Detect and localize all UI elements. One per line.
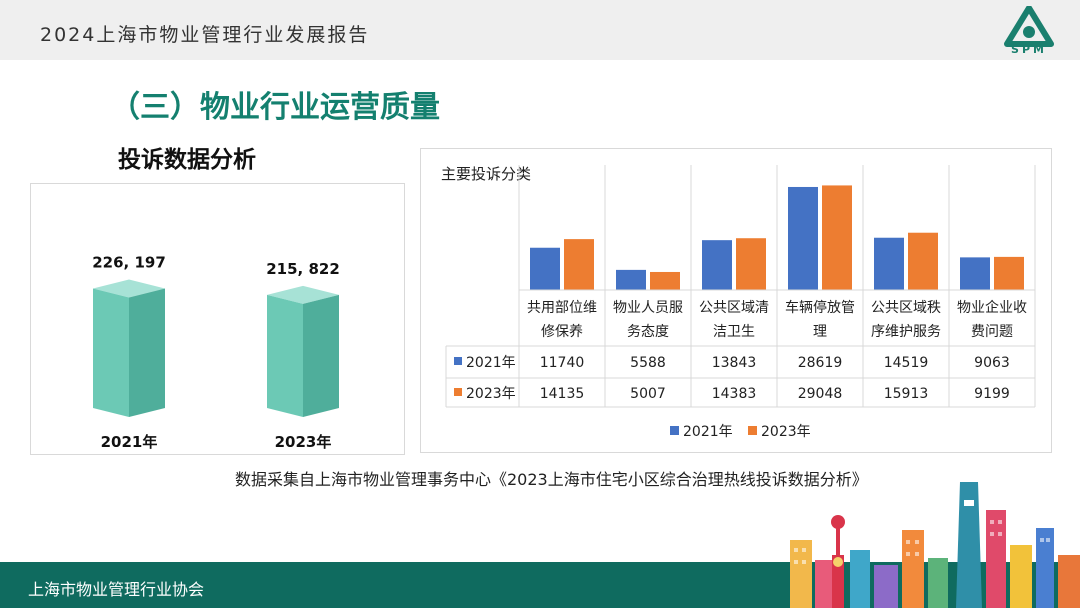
bar-2023年: [736, 238, 766, 290]
category-label: 公共区域秩: [871, 300, 941, 316]
table-legend-key: [454, 388, 462, 396]
table-value-cell: 13843: [712, 355, 757, 371]
table-value-cell: 9063: [974, 355, 1010, 371]
complaint-category-chart: 主要投诉分类共用部位维修保养 物业人员服务态度 公共区域清洁卫生 车辆停放管理 公共区域…: [420, 148, 1052, 453]
footer-association-name: 上海市物业管理行业协会: [28, 576, 204, 600]
column-left-face: [267, 295, 303, 417]
category-label: 理: [813, 324, 827, 340]
category-label: 公共区域清: [699, 300, 769, 316]
column-right-face: [129, 289, 165, 417]
chart-section-subtitle: 投诉数据分析: [118, 140, 256, 174]
column-value-label: 215, 822: [266, 260, 340, 278]
logo-text: SPM: [1004, 43, 1054, 56]
category-label: 车辆停放管: [785, 299, 855, 316]
table-legend-key: [454, 357, 462, 365]
category-label: 序维护服务: [871, 324, 941, 340]
legend-label: 2023年: [761, 424, 811, 440]
column-value-label: 226, 197: [92, 254, 166, 272]
column-category-label: 2021年: [101, 433, 158, 451]
category-label: 洁卫生: [713, 324, 755, 340]
table-series-label: 2023年: [466, 386, 516, 402]
bar-2021年: [874, 238, 904, 290]
table-value-cell: 14519: [884, 355, 929, 371]
table-value-cell: 15913: [884, 386, 929, 402]
category-label: 修保养: [541, 324, 583, 340]
table-value-cell: 11740: [540, 355, 585, 371]
table-value-cell: 29048: [798, 386, 843, 402]
chart-title: 主要投诉分类: [441, 165, 531, 183]
total-complaints-chart: 226, 197 2021年 215, 822 2023年: [30, 183, 405, 455]
legend-swatch: [670, 426, 679, 435]
category-label: 务态度: [627, 324, 669, 340]
report-title: 2024上海市物业管理行业发展报告: [40, 20, 369, 47]
table-value-cell: 5588: [630, 355, 666, 371]
column-right-face: [303, 295, 339, 417]
table-value-cell: 9199: [974, 386, 1010, 402]
table-series-label: 2021年: [466, 355, 516, 371]
bar-2021年: [530, 248, 560, 290]
column-left-face: [93, 289, 129, 417]
legend-label: 2021年: [683, 424, 733, 440]
bar-2021年: [960, 257, 990, 290]
table-value-cell: 14135: [540, 386, 585, 402]
category-label: 物业企业收: [957, 299, 1027, 316]
table-value-cell: 5007: [630, 386, 666, 402]
column-3d: [93, 280, 165, 417]
bar-2023年: [650, 272, 680, 290]
bar-2021年: [616, 270, 646, 290]
category-label: 费问题: [971, 324, 1013, 340]
table-value-cell: 28619: [798, 355, 843, 371]
table-value-cell: 14383: [712, 386, 757, 402]
shanghai-skyline-illustration: [770, 470, 1080, 608]
legend-swatch: [748, 426, 757, 435]
bar-2021年: [788, 187, 818, 290]
bar-2023年: [994, 257, 1024, 290]
column-3d: [267, 286, 339, 417]
complaint-category-svg: 主要投诉分类共用部位维修保养 物业人员服务态度 公共区域清洁卫生 车辆停放管理 公共区域…: [421, 149, 1053, 454]
bar-2023年: [908, 233, 938, 290]
column-category-label: 2023年: [275, 433, 332, 451]
category-label: 物业人员服: [613, 300, 683, 316]
section-title: （三）物业行业运营质量: [110, 82, 440, 126]
category-label: 共用部位维: [527, 300, 597, 316]
report-header: 2024上海市物业管理行业发展报告 SPM: [0, 0, 1080, 60]
bar-2023年: [822, 185, 852, 290]
total-complaints-svg: 226, 197 2021年 215, 822 2023年: [31, 184, 406, 456]
bar-2023年: [564, 239, 594, 290]
bar-2021年: [702, 240, 732, 290]
